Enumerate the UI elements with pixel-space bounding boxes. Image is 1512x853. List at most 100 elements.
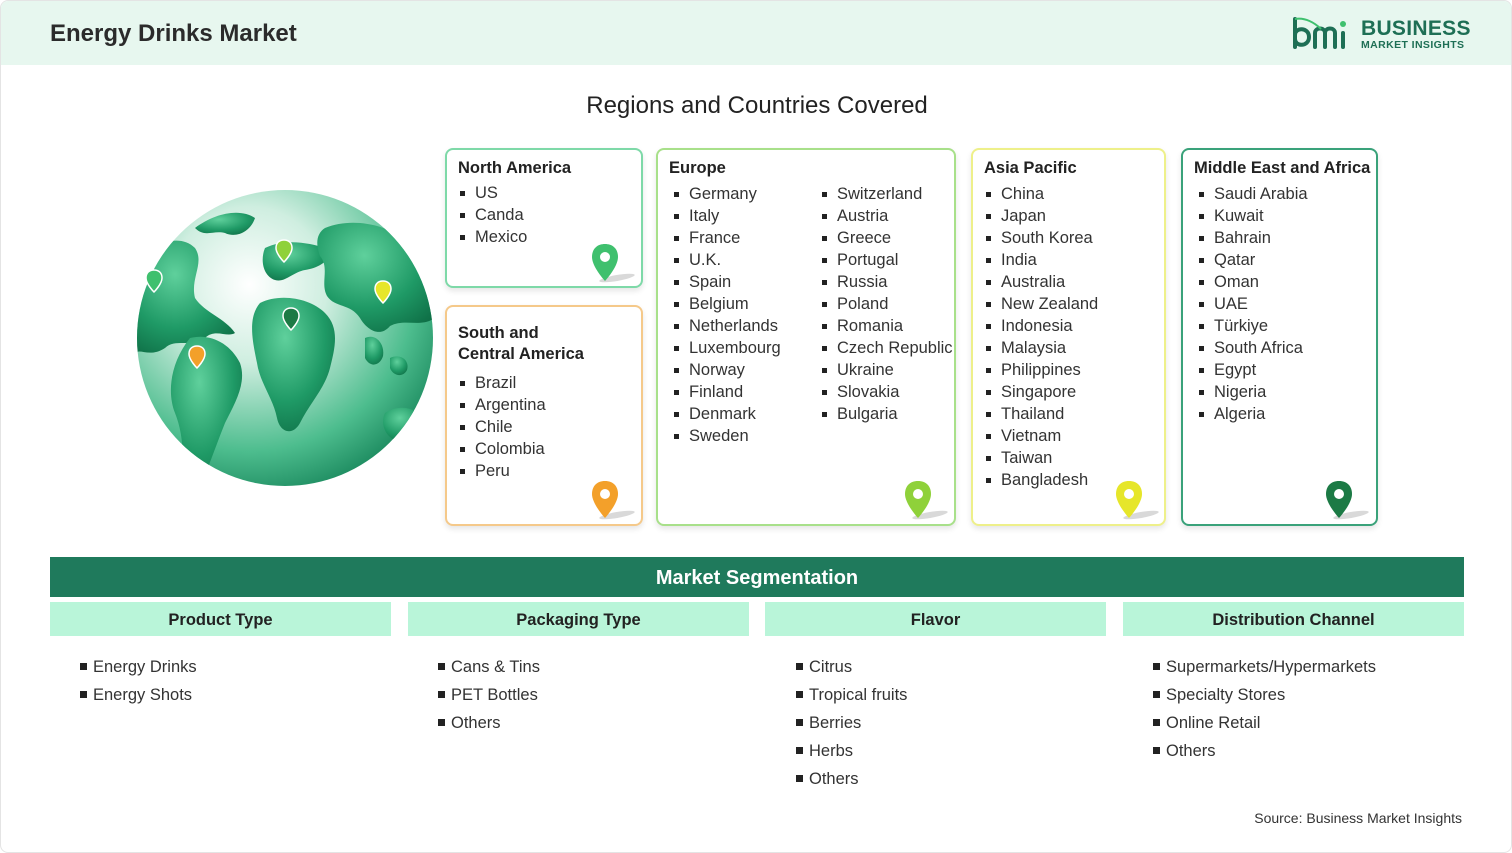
list-item: Nigeria xyxy=(1197,381,1308,403)
list-item: Taiwan xyxy=(984,447,1098,469)
logo-text-business: BUSINESS xyxy=(1361,17,1471,40)
list-item: Tropical fruits xyxy=(795,681,907,709)
region-card-europe: Europe Germany Italy France U.K. Spain B… xyxy=(656,148,956,526)
country-list-south-america: Brazil Argentina Chile Colombia Peru xyxy=(458,372,546,482)
segment-list-distribution-channel: Supermarkets/Hypermarkets Specialty Stor… xyxy=(1152,653,1376,765)
country-list-europe-col2: Switzerland Austria Greece Portugal Russ… xyxy=(820,183,953,425)
country-list-asia-pacific: China Japan South Korea India Australia … xyxy=(984,183,1098,491)
country-list-europe-col1: Germany Italy France U.K. Spain Belgium … xyxy=(672,183,781,447)
segmentation-title-bar: Market Segmentation xyxy=(50,557,1464,597)
list-item: Luxembourg xyxy=(672,337,781,359)
list-item: Austria xyxy=(820,205,953,227)
list-item: Bangladesh xyxy=(984,469,1098,491)
list-item: Argentina xyxy=(458,394,546,416)
list-item: Specialty Stores xyxy=(1152,681,1376,709)
list-item: Denmark xyxy=(672,403,781,425)
list-item: Egypt xyxy=(1197,359,1308,381)
region-card-south-america: South and Central America Brazil Argenti… xyxy=(445,305,643,526)
list-item: Australia xyxy=(984,271,1098,293)
list-item: India xyxy=(984,249,1098,271)
list-item: Indonesia xyxy=(984,315,1098,337)
list-item: Chile xyxy=(458,416,546,438)
list-item: Germany xyxy=(672,183,781,205)
list-item: Others xyxy=(437,709,540,737)
region-card-mea: Middle East and Africa Saudi Arabia Kuwa… xyxy=(1181,148,1378,526)
list-item: Norway xyxy=(672,359,781,381)
list-item: Supermarkets/Hypermarkets xyxy=(1152,653,1376,681)
list-item: Energy Shots xyxy=(79,681,197,709)
list-item: Slovakia xyxy=(820,381,953,403)
region-title-line: Central America xyxy=(458,345,584,363)
list-item: Colombia xyxy=(458,438,546,460)
list-item: UAE xyxy=(1197,293,1308,315)
list-item: Brazil xyxy=(458,372,546,394)
map-pin-icon xyxy=(905,481,948,520)
country-list-north-america: US Canda Mexico xyxy=(458,182,527,248)
list-item: Sweden xyxy=(672,425,781,447)
list-item: New Zealand xyxy=(984,293,1098,315)
list-item: Oman xyxy=(1197,271,1308,293)
list-item: U.K. xyxy=(672,249,781,271)
list-item: Bulgaria xyxy=(820,403,953,425)
header-bar: Energy Drinks Market BUSINESS MARKET INS… xyxy=(1,1,1511,65)
region-title-line: South and xyxy=(458,324,539,342)
list-item: Greece xyxy=(820,227,953,249)
list-item: PET Bottles xyxy=(437,681,540,709)
list-item: Portugal xyxy=(820,249,953,271)
list-item: Spain xyxy=(672,271,781,293)
logo-text-market-insights: MARKET INSIGHTS xyxy=(1361,39,1465,51)
regions-title: Regions and Countries Covered xyxy=(586,92,928,119)
segment-list-product-type: Energy Drinks Energy Shots xyxy=(79,653,197,709)
list-item: Ukraine xyxy=(820,359,953,381)
segment-header-flavor: Flavor xyxy=(765,602,1106,636)
list-item: South Africa xyxy=(1197,337,1308,359)
region-card-asia-pacific: Asia Pacific China Japan South Korea Ind… xyxy=(971,148,1166,526)
page-title: Energy Drinks Market xyxy=(50,20,297,47)
list-item: Russia xyxy=(820,271,953,293)
region-title-europe: Europe xyxy=(669,159,726,177)
list-item: Romania xyxy=(820,315,953,337)
list-item: Netherlands xyxy=(672,315,781,337)
region-title-south-america: South and Central America xyxy=(458,323,584,365)
list-item: Japan xyxy=(984,205,1098,227)
list-item: China xyxy=(984,183,1098,205)
brand-logo: BUSINESS MARKET INSIGHTS xyxy=(1291,15,1470,55)
map-pin-icon xyxy=(1326,481,1369,520)
list-item: Malaysia xyxy=(984,337,1098,359)
list-item: Herbs xyxy=(795,737,907,765)
list-item: Berries xyxy=(795,709,907,737)
list-item: Philippines xyxy=(984,359,1098,381)
list-item: Switzerland xyxy=(820,183,953,205)
list-item: Qatar xyxy=(1197,249,1308,271)
list-item: Algeria xyxy=(1197,403,1308,425)
region-title-north-america: North America xyxy=(458,159,572,177)
list-item: Citrus xyxy=(795,653,907,681)
list-item: South Korea xyxy=(984,227,1098,249)
region-card-north-america: North America US Canda Mexico xyxy=(445,148,643,288)
list-item: Others xyxy=(795,765,907,793)
list-item: US xyxy=(458,182,527,204)
segment-list-packaging-type: Cans & Tins PET Bottles Others xyxy=(437,653,540,737)
list-item: Online Retail xyxy=(1152,709,1376,737)
segment-header-distribution-channel: Distribution Channel xyxy=(1123,602,1464,636)
list-item: Others xyxy=(1152,737,1376,765)
segment-header-product-type: Product Type xyxy=(50,602,391,636)
bmi-logo-icon xyxy=(1293,17,1346,49)
list-item: Energy Drinks xyxy=(79,653,197,681)
segment-list-flavor: Citrus Tropical fruits Berries Herbs Oth… xyxy=(795,653,907,793)
globe-icon xyxy=(137,190,433,486)
map-pin-icon xyxy=(592,481,635,520)
list-item: Czech Republic xyxy=(820,337,953,359)
list-item: Cans & Tins xyxy=(437,653,540,681)
list-item: Vietnam xyxy=(984,425,1098,447)
segment-header-packaging-type: Packaging Type xyxy=(408,602,749,636)
map-pin-icon xyxy=(592,244,635,283)
infographic-frame: Energy Drinks Market BUSINESS MARKET INS… xyxy=(0,0,1512,853)
list-item: Belgium xyxy=(672,293,781,315)
list-item: Bahrain xyxy=(1197,227,1308,249)
list-item: Mexico xyxy=(458,226,527,248)
list-item: Thailand xyxy=(984,403,1098,425)
list-item: Singapore xyxy=(984,381,1098,403)
source-note: Source: Business Market Insights xyxy=(1254,810,1462,826)
list-item: Peru xyxy=(458,460,546,482)
